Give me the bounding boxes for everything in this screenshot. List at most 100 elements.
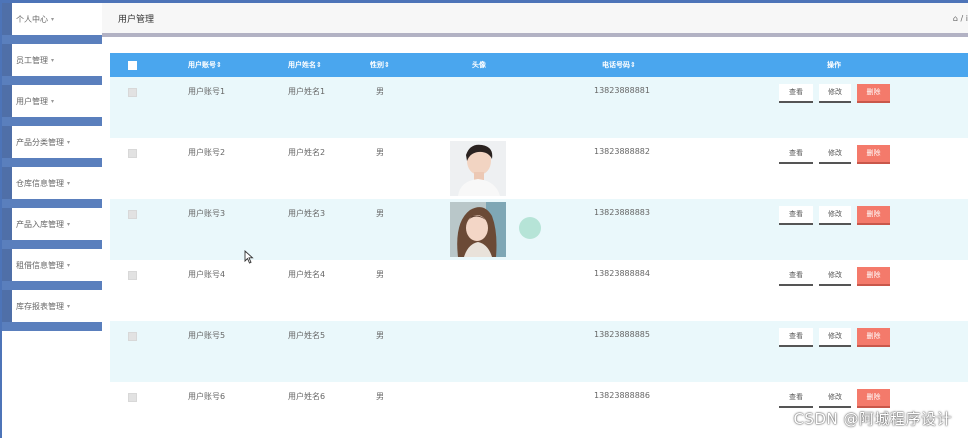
column-header-actions: 操作 <box>827 61 841 69</box>
sidebar-item-label: 仓库信息管理 <box>16 178 64 188</box>
sidebar-item-rental[interactable]: 租借信息管理 ▾ <box>2 249 102 281</box>
page-header: 用户管理 ⌂ / і <box>102 3 968 37</box>
cell-account: 用户账号6 <box>188 392 226 401</box>
edit-button[interactable]: 修改 <box>819 267 851 286</box>
sidebar-item-label: 产品分类管理 <box>16 137 64 147</box>
edit-button[interactable]: 修改 <box>819 84 851 103</box>
sidebar-item-employee[interactable]: 员工管理 ▾ <box>2 44 102 76</box>
row-checkbox[interactable] <box>128 332 137 341</box>
row-checkbox[interactable] <box>128 210 137 219</box>
chevron-down-icon: ▾ <box>51 97 55 105</box>
column-header-name[interactable]: 用户姓名⇕ <box>288 53 322 77</box>
users-table: 用户账号⇕ 用户姓名⇕ 性别⇕ 头像 电话号码⇕ 操作 用户账号1 用户姓名1 … <box>110 53 968 443</box>
delete-button[interactable]: 删除 <box>857 206 890 225</box>
column-header-avatar: 头像 <box>472 61 486 69</box>
cell-account: 用户账号2 <box>188 148 226 157</box>
cell-account: 用户账号1 <box>188 87 226 96</box>
sidebar-item-users[interactable]: 用户管理 ▾ <box>2 85 102 117</box>
column-header-account[interactable]: 用户账号⇕ <box>188 53 222 77</box>
cell-phone: 13823888885 <box>594 330 650 339</box>
delete-button[interactable]: 删除 <box>857 328 890 347</box>
sidebar-divider <box>2 199 102 208</box>
row-checkbox[interactable] <box>128 149 137 158</box>
sidebar-divider <box>2 240 102 249</box>
edit-button[interactable]: 修改 <box>819 145 851 164</box>
sidebar-item-label: 个人中心 <box>16 14 48 24</box>
select-all-checkbox[interactable] <box>128 61 137 70</box>
cell-account: 用户账号4 <box>188 270 226 279</box>
sidebar-item-warehouse[interactable]: 仓库信息管理 ▾ <box>2 167 102 199</box>
view-button[interactable]: 查看 <box>779 328 813 347</box>
mouse-cursor-icon <box>244 250 254 264</box>
sidebar-item-product-category[interactable]: 产品分类管理 ▾ <box>2 126 102 158</box>
cell-gender: 男 <box>376 392 384 401</box>
cell-gender: 男 <box>376 331 384 340</box>
row-checkbox[interactable] <box>128 271 137 280</box>
cell-account: 用户账号5 <box>188 331 226 340</box>
sidebar: 个人中心 ▾ 员工管理 ▾ 用户管理 ▾ 产品分类管理 ▾ 仓库信息管理 ▾ 产品入库管理… <box>2 3 102 438</box>
cell-name: 用户姓名2 <box>288 148 326 157</box>
view-button[interactable]: 查看 <box>779 206 813 225</box>
chevron-down-icon: ▾ <box>51 15 55 23</box>
cell-gender: 男 <box>376 148 384 157</box>
cell-name: 用户姓名5 <box>288 331 326 340</box>
edit-button[interactable]: 修改 <box>819 328 851 347</box>
sidebar-divider <box>2 35 102 44</box>
edit-button[interactable]: 修改 <box>819 206 851 225</box>
cell-phone: 13823888886 <box>594 391 650 400</box>
cell-gender: 男 <box>376 209 384 218</box>
column-header-phone[interactable]: 电话号码⇕ <box>602 53 636 77</box>
chevron-down-icon: ▾ <box>67 302 71 310</box>
row-checkbox[interactable] <box>128 393 137 402</box>
breadcrumb[interactable]: ⌂ / і <box>953 14 968 23</box>
sidebar-divider <box>2 281 102 290</box>
avatar-male-photo[interactable] <box>450 141 506 196</box>
chevron-down-icon: ▾ <box>67 138 71 146</box>
page-title: 用户管理 <box>118 14 155 25</box>
chevron-down-icon: ▾ <box>67 220 71 228</box>
sidebar-item-label: 员工管理 <box>16 55 48 65</box>
view-button[interactable]: 查看 <box>779 389 813 408</box>
chevron-down-icon: ▾ <box>67 179 71 187</box>
sidebar-divider <box>2 322 102 331</box>
cell-name: 用户姓名4 <box>288 270 326 279</box>
table-header: 用户账号⇕ 用户姓名⇕ 性别⇕ 头像 电话号码⇕ 操作 <box>110 53 968 77</box>
sidebar-item-label: 租借信息管理 <box>16 260 64 270</box>
delete-button[interactable]: 删除 <box>857 84 890 103</box>
chevron-down-icon: ▾ <box>67 261 71 269</box>
cell-account: 用户账号3 <box>188 209 226 218</box>
cell-phone: 13823888883 <box>594 208 650 217</box>
cell-gender: 男 <box>376 270 384 279</box>
sidebar-item-stock-in[interactable]: 产品入库管理 ▾ <box>2 208 102 240</box>
cell-phone: 13823888882 <box>594 147 650 156</box>
delete-button[interactable]: 删除 <box>857 145 890 164</box>
cell-name: 用户姓名3 <box>288 209 326 218</box>
table-row: 用户账号2 用户姓名2 男 13823888882 查看 修改 删除 <box>110 138 968 199</box>
sidebar-divider <box>2 76 102 85</box>
sidebar-divider <box>2 158 102 167</box>
sidebar-item-inventory-report[interactable]: 库存报表管理 ▾ <box>2 290 102 322</box>
view-button[interactable]: 查看 <box>779 145 813 164</box>
sidebar-divider <box>2 117 102 126</box>
delete-button[interactable]: 删除 <box>857 389 890 408</box>
watermark: CSDN @阿城程序设计 <box>793 410 952 428</box>
avatar-female-photo[interactable] <box>450 202 506 257</box>
edit-button[interactable]: 修改 <box>819 389 851 408</box>
cell-name: 用户姓名1 <box>288 87 326 96</box>
column-header-gender[interactable]: 性别⇕ <box>370 53 390 77</box>
table-row: 用户账号5 用户姓名5 男 13823888885 查看 修改 删除 <box>110 321 968 382</box>
sidebar-item-label: 用户管理 <box>16 96 48 106</box>
cell-name: 用户姓名6 <box>288 392 326 401</box>
cell-phone: 13823888881 <box>594 86 650 95</box>
row-checkbox[interactable] <box>128 88 137 97</box>
table-row: 用户账号4 用户姓名4 男 13823888884 查看 修改 删除 <box>110 260 968 321</box>
sidebar-item-label: 产品入库管理 <box>16 219 64 229</box>
cell-gender: 男 <box>376 87 384 96</box>
table-row: 用户账号1 用户姓名1 男 13823888881 查看 修改 删除 <box>110 77 968 138</box>
view-button[interactable]: 查看 <box>779 84 813 103</box>
sidebar-item-personal-center[interactable]: 个人中心 ▾ <box>2 3 102 35</box>
click-ripple <box>519 217 541 239</box>
sidebar-item-label: 库存报表管理 <box>16 301 64 311</box>
view-button[interactable]: 查看 <box>779 267 813 286</box>
delete-button[interactable]: 删除 <box>857 267 890 286</box>
